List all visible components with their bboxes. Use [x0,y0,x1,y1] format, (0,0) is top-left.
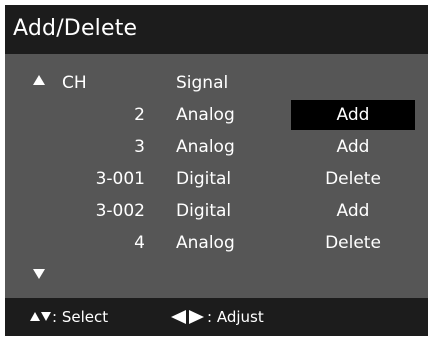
column-header-ch: CH [62,73,87,93]
channel-list: CH Signal 2 Analog Add 3 Analog Add 3-00… [5,54,428,298]
title-bar: Add/Delete [5,5,428,54]
select-hint: : Select [52,308,109,326]
add-delete-menu: Add/Delete CH Signal 2 Analog Add 3 Anal… [5,5,428,336]
signal-type: Digital [176,169,232,189]
scroll-down-arrow-icon[interactable] [33,269,45,279]
signal-type: Analog [176,233,235,253]
channel-number: 2 [134,105,145,125]
action-value[interactable]: Add [291,196,415,226]
signal-type: Analog [176,105,235,125]
signal-type: Digital [176,201,232,221]
menu-title: Add/Delete [13,16,138,41]
action-value[interactable]: Delete [291,228,415,258]
left-arrow-icon [171,310,186,324]
up-arrow-icon [30,312,40,321]
scroll-up-arrow-icon[interactable] [33,75,45,85]
action-value[interactable]: Add [291,132,415,162]
channel-number: 3 [134,137,145,157]
channel-number: 3-001 [95,169,145,189]
adjust-hint: : Adjust [207,308,264,326]
column-header-signal: Signal [176,73,229,93]
signal-type: Analog [176,137,235,157]
down-arrow-icon [41,312,51,321]
channel-number: 4 [134,233,145,253]
action-value[interactable]: Delete [291,164,415,194]
button-guide-bar: : Select : Adjust [5,298,428,336]
right-arrow-icon [189,310,204,324]
channel-number: 3-002 [95,201,145,221]
action-value-selected[interactable]: Add [291,100,415,130]
